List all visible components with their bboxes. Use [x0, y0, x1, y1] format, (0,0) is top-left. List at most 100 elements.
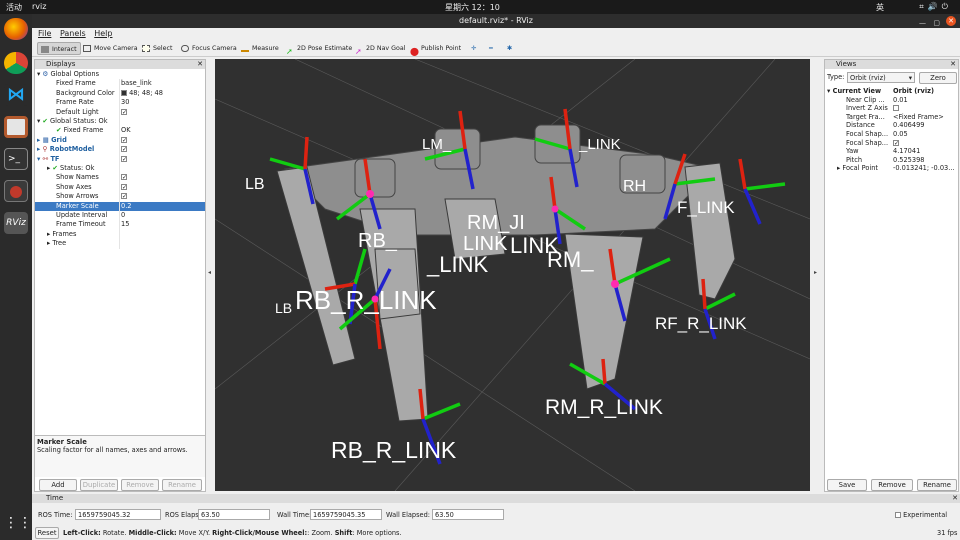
panel-close-icon[interactable]: ✕: [950, 60, 956, 69]
robot-model-checkbox[interactable]: ✓: [121, 145, 127, 154]
measure-tool[interactable]: Measure: [238, 42, 282, 55]
add-tool-icon[interactable]: ✛: [468, 42, 479, 55]
show-arrows-checkbox[interactable]: ✓: [121, 192, 127, 201]
tf-label: RM_JI: [467, 212, 525, 234]
firefox-icon[interactable]: [4, 18, 28, 40]
prop-show-axes[interactable]: Show Axes: [56, 183, 92, 192]
view-type-select[interactable]: Orbit (rviz) ▾: [847, 72, 915, 83]
app-menu[interactable]: rviz: [32, 2, 46, 11]
prop-show-names[interactable]: Show Names: [56, 173, 99, 182]
prop-frame-rate[interactable]: Frame Rate: [56, 98, 94, 107]
default-light-checkbox[interactable]: ✓: [121, 108, 127, 117]
status-hint: Left-Click: Rotate. Middle-Click: Move X…: [63, 529, 402, 537]
tf-label: LB: [245, 176, 265, 193]
settings-tool-icon[interactable]: ✱: [504, 42, 515, 55]
prop-frame-timeout[interactable]: Frame Timeout: [56, 220, 106, 229]
prop-default-light[interactable]: Default Light: [56, 108, 99, 117]
collapse-right-icon[interactable]: ▸: [814, 269, 817, 276]
panel-close-icon[interactable]: ✕: [197, 60, 203, 69]
pose-estimate-tool[interactable]: ➚ 2D Pose Estimate: [283, 42, 355, 56]
rename-display-button[interactable]: Rename: [162, 479, 202, 491]
activities-button[interactable]: 活动: [6, 2, 22, 13]
remove-view-button[interactable]: Remove: [871, 479, 913, 491]
tree-global-status[interactable]: ▾ ✔ Global Status: Ok: [37, 117, 108, 126]
wall-elapsed-field[interactable]: 63.50: [432, 509, 504, 520]
displays-tree[interactable]: ▾ ⚙ Global Options Fixed Frame base_link…: [35, 70, 205, 435]
tf-label: _LINK: [427, 252, 489, 277]
clock[interactable]: 星期六 12：10: [445, 2, 500, 13]
remove-tool-icon[interactable]: ━: [486, 42, 496, 55]
tree-tree[interactable]: ▸ Tree: [47, 239, 66, 248]
focus-camera-tool[interactable]: Focus Camera: [178, 42, 240, 55]
ros-elapsed-field[interactable]: 63.50: [198, 509, 270, 520]
prop-focal-point[interactable]: ▸ Focal Point: [837, 164, 878, 173]
prop-background-value[interactable]: 48; 48; 48: [121, 89, 163, 98]
publish-point-tool[interactable]: ⬤ Publish Point: [407, 42, 464, 56]
tf-label: RH: [623, 178, 647, 195]
select-tool[interactable]: Select: [139, 42, 175, 55]
chrome-icon[interactable]: [4, 52, 28, 74]
focal-point-value[interactable]: -0.013241; -0.03...: [893, 164, 955, 173]
prop-background[interactable]: Background Color: [56, 89, 115, 98]
save-view-button[interactable]: Save: [827, 479, 867, 491]
tf-label: LINK: [463, 233, 508, 255]
tree-frames[interactable]: ▸ Frames: [47, 230, 76, 239]
interact-tool[interactable]: Interact: [37, 42, 81, 55]
prop-fixed-frame[interactable]: Fixed Frame: [56, 79, 96, 88]
tree-grid[interactable]: ▸ ▦ Grid: [37, 136, 67, 145]
show-names-checkbox[interactable]: ✓: [121, 173, 127, 182]
render-viewport[interactable]: LB LM_ RB_ _LINK RM_JI LINK RM_ LINK RH …: [215, 59, 810, 491]
zero-button[interactable]: Zero: [919, 72, 957, 84]
move-camera-tool[interactable]: Move Camera: [80, 42, 141, 55]
update-interval-value[interactable]: 0: [121, 211, 125, 220]
tree-global-options[interactable]: ▾ ⚙ Global Options: [37, 70, 99, 79]
menu-file[interactable]: File: [38, 29, 51, 38]
prop-fixed-frame-value[interactable]: base_link: [121, 79, 152, 88]
measure-icon: [241, 45, 249, 52]
status-fixed-frame[interactable]: ✔ Fixed Frame: [56, 126, 103, 135]
rviz-icon[interactable]: RViz: [4, 212, 28, 234]
grid-checkbox[interactable]: ✓: [121, 136, 127, 145]
app-grid-icon[interactable]: ⋮⋮⋮: [4, 512, 46, 534]
tree-tf[interactable]: ▾ ⚯ TF: [37, 155, 59, 164]
tf-label: RB_R_LINK: [331, 437, 457, 463]
reset-button[interactable]: Reset: [35, 527, 59, 539]
tf-label: LM_: [422, 136, 452, 153]
input-language[interactable]: 英: [876, 2, 884, 13]
help-text: Scaling factor for all names, axes and a…: [37, 446, 188, 454]
tree-robot-model[interactable]: ▸ ⚲ RobotModel: [37, 145, 94, 154]
prop-update-interval[interactable]: Update Interval: [56, 211, 107, 220]
close-icon[interactable]: ✕: [946, 16, 956, 26]
prop-frame-rate-value[interactable]: 30: [121, 98, 129, 107]
tf-label: LB: [275, 300, 293, 316]
panel-close-icon[interactable]: ✕: [952, 494, 958, 503]
files-icon[interactable]: [4, 116, 28, 138]
prop-show-arrows[interactable]: Show Arrows: [56, 192, 98, 201]
vscode-icon[interactable]: ⋈: [4, 84, 28, 106]
terminal-icon[interactable]: >_: [4, 148, 28, 170]
ros-time-field[interactable]: 1659759045.32: [75, 509, 161, 520]
collapse-left-icon[interactable]: ◂: [208, 269, 211, 276]
view-properties[interactable]: ▾ Current View Orbit (rviz) Near Clip ..…: [825, 87, 958, 477]
system-tray-icons[interactable]: ⌗🔊⏻: [919, 2, 952, 12]
show-axes-checkbox[interactable]: ✓: [121, 183, 127, 192]
rename-view-button[interactable]: Rename: [917, 479, 957, 491]
duplicate-display-button[interactable]: Duplicate: [80, 479, 118, 491]
remove-display-button[interactable]: Remove: [121, 479, 159, 491]
dock: ⋈ >_ RViz ⋮⋮⋮: [0, 14, 46, 540]
tf-checkbox[interactable]: ✓: [121, 155, 127, 164]
frame-timeout-value[interactable]: 15: [121, 220, 129, 229]
ros-time-label: ROS Time:: [38, 511, 73, 519]
view-type-label: Type:: [827, 73, 845, 81]
experimental-checkbox[interactable]: Experimental: [895, 511, 947, 520]
add-display-button[interactable]: Add: [39, 479, 77, 491]
system-top-bar: 活动 rviz 星期六 12：10 英 ⌗🔊⏻: [0, 0, 960, 14]
menu-panels[interactable]: Panels: [60, 29, 86, 38]
prop-marker-scale[interactable]: Marker Scale 0.2: [35, 201, 205, 211]
nav-goal-tool[interactable]: ➚ 2D Nav Goal: [352, 42, 409, 56]
wall-time-field[interactable]: 1659759045.35: [310, 509, 382, 520]
menu-help[interactable]: Help: [94, 29, 112, 38]
tool-bar: Interact Move Camera Select Focus Camera…: [32, 40, 960, 57]
recorder-icon[interactable]: [4, 180, 28, 202]
tf-status[interactable]: ▸ ✔ Status: Ok: [47, 164, 94, 173]
